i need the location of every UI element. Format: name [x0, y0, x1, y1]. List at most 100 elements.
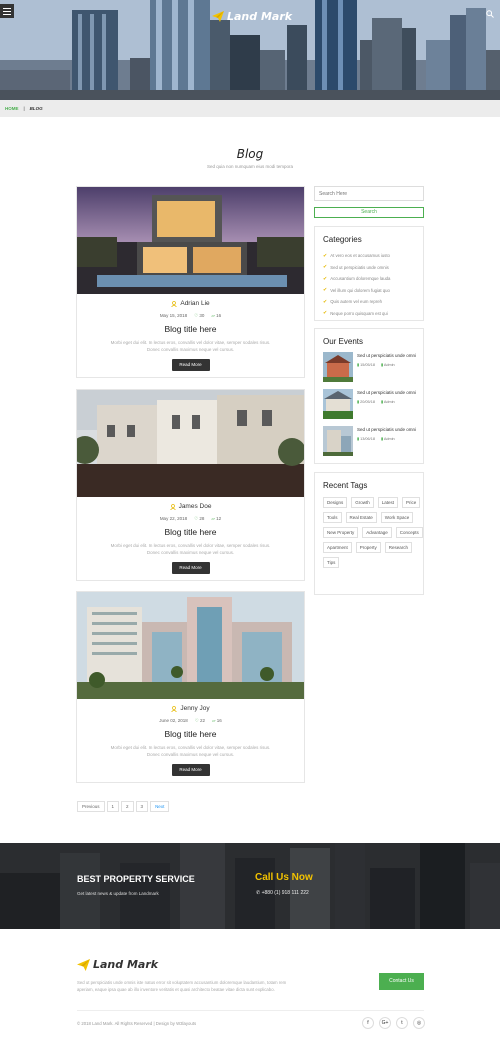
post-author: Jenny Joy — [77, 705, 304, 712]
events-widget: Our Events Sed ut perspiciatis unde omni… — [314, 328, 424, 464]
post-excerpt: Morbi eget dui elit. In lectus eros, con… — [110, 340, 271, 352]
menu-toggle-button[interactable] — [0, 4, 14, 18]
event-thumbnail — [323, 426, 353, 456]
tag-item[interactable]: Real Estate — [345, 512, 377, 523]
tag-item[interactable]: Tips — [323, 557, 340, 568]
event-title: Sed ut perspiciatis unde omni — [357, 353, 417, 358]
read-more-button[interactable]: Read More — [171, 562, 210, 574]
sidebar-search-input[interactable] — [314, 186, 424, 201]
category-item[interactable]: ✔ At vero eos et accusamus iusto — [323, 250, 423, 262]
heart-icon: ♡ — [194, 718, 199, 723]
read-more-button[interactable]: Read More — [171, 359, 210, 371]
category-item[interactable]: ✔ Sed ut perspiciatis unde omnis — [323, 262, 423, 274]
post-date: May 22, 2018 — [159, 516, 188, 521]
tag-item[interactable]: Apartment — [323, 542, 352, 553]
hero-header: Land Mark — [0, 0, 500, 100]
post-date: May 15, 2018 — [159, 313, 188, 318]
tag-item[interactable]: Tools — [323, 512, 342, 523]
pagination-next[interactable]: Next — [150, 801, 170, 812]
tag-item[interactable]: Advantage — [362, 527, 392, 538]
social-links: f G+ t ◎ — [362, 1017, 425, 1029]
calendar-icon: ▮ — [357, 363, 360, 367]
call-us-heading: Call Us Now — [255, 872, 313, 883]
event-title: Sed ut perspiciatis unde omni — [357, 390, 417, 395]
post-meta: May 22, 2018 ♡ 28 ▱ 12 — [77, 516, 304, 522]
post-comments: 12 — [216, 516, 222, 521]
post-image[interactable] — [77, 592, 304, 699]
breadcrumb-home-link[interactable]: HOME — [5, 106, 19, 111]
paper-plane-icon — [77, 958, 90, 971]
footer-logo[interactable]: Land Mark — [77, 958, 158, 971]
post-author-name[interactable]: Adrian Lie — [180, 300, 209, 307]
tag-item[interactable]: Latest — [377, 497, 399, 508]
event-item[interactable]: Sed ut perspiciatis unde omni ▮ 13/06/18… — [323, 426, 423, 463]
events-title: Our Events — [323, 337, 364, 346]
banner-subtitle: Get latest news & update from Landmark — [77, 891, 159, 896]
paper-plane-icon — [212, 11, 224, 22]
categories-widget: Categories ✔ At vero eos et accusamus ius… — [314, 226, 424, 321]
google-plus-icon[interactable]: G+ — [379, 1017, 391, 1029]
event-thumbnail — [323, 352, 353, 382]
copyright-text: © 2018 Land Mark. All Rights Reserved | … — [77, 1021, 197, 1026]
tag-item[interactable]: New Property — [323, 527, 359, 538]
pagination-page[interactable]: 1 — [106, 801, 120, 812]
tag-item[interactable]: Price — [402, 497, 421, 508]
post-excerpt: Morbi eget dui elit. In lectus eros, con… — [110, 543, 271, 555]
category-item[interactable]: ✔ Vel illum qui dolorem fugiat quo — [323, 285, 423, 297]
page-title: Blog — [236, 147, 264, 161]
category-item[interactable]: ✔ Quis autem vel eum repreh — [323, 296, 423, 308]
pagination-page[interactable]: 3 — [135, 801, 149, 812]
post-likes: 22 — [200, 718, 206, 723]
tag-item[interactable]: Growth — [351, 497, 374, 508]
hamburger-icon — [3, 7, 11, 9]
tag-item[interactable]: Work Space — [380, 512, 414, 523]
post-comments: 16 — [216, 718, 222, 723]
sidebar-search-button[interactable]: Search — [314, 207, 424, 218]
contact-us-button[interactable]: Contact Us — [379, 973, 424, 990]
dribbble-icon[interactable]: ◎ — [413, 1017, 425, 1029]
tag-item[interactable]: Designs — [323, 497, 348, 508]
post-author-name[interactable]: James Doe — [179, 503, 212, 510]
user-icon: ▮ — [380, 363, 384, 367]
facebook-icon[interactable]: f — [362, 1017, 374, 1029]
tags-widget: Recent Tags Designs Growth Latest Price … — [314, 472, 424, 595]
event-item[interactable]: Sed ut perspiciatis unde omni ▮ 20/05/18… — [323, 389, 423, 426]
pagination: Previous 1 2 3 Next — [77, 801, 170, 812]
banner-title: BEST PROPERTY SERVICE — [77, 874, 195, 884]
cta-banner: BEST PROPERTY SERVICE Get latest news & … — [0, 843, 500, 929]
post-title[interactable]: Blog title here — [77, 324, 304, 334]
footer-description: Sed ut perspiciatis unde omnis iste natu… — [77, 980, 287, 992]
tag-item[interactable]: Property — [355, 542, 381, 553]
post-image[interactable] — [77, 390, 304, 497]
calendar-icon: ▮ — [357, 400, 360, 404]
post-title[interactable]: Blog title here — [77, 729, 304, 739]
logo-text: Land Mark — [227, 10, 293, 23]
post-likes: 30 — [199, 313, 205, 318]
site-logo[interactable]: Land Mark — [212, 10, 292, 23]
category-item[interactable]: ✔ Neque porro quisquam est qui — [323, 308, 423, 320]
post-title[interactable]: Blog title here — [77, 527, 304, 537]
post-meta: May 15, 2018 ♡ 30 ▱ 16 — [77, 313, 304, 319]
phone-icon: ✆ — [256, 890, 261, 896]
post-author-name[interactable]: Jenny Joy — [180, 705, 209, 712]
read-more-button[interactable]: Read More — [171, 764, 210, 776]
footer-divider — [77, 1010, 424, 1011]
check-icon: ✔ — [323, 287, 328, 294]
blog-post-card: James Doe May 22, 2018 ♡ 28 ▱ 12 Blog ti… — [76, 389, 305, 581]
search-icon[interactable] — [486, 10, 494, 20]
heart-icon: ♡ — [194, 516, 199, 521]
blog-post-card: Jenny Joy June 02, 2018 ♡ 22 ▱ 16 Blog t… — [76, 591, 305, 783]
category-item[interactable]: ✔ Accusantium doloremque lauda — [323, 273, 423, 285]
tags-title: Recent Tags — [323, 481, 368, 490]
pagination-previous[interactable]: Previous — [77, 801, 105, 812]
breadcrumb-separator: | — [23, 106, 25, 111]
tag-item[interactable]: Concepts — [395, 527, 423, 538]
event-item[interactable]: Sed ut perspiciatis unde omni ▮ 15/05/18… — [323, 352, 423, 389]
phone-number[interactable]: ✆ +880 (1) 918 111 222 — [256, 890, 309, 896]
blog-post-card: Adrian Lie May 15, 2018 ♡ 30 ▱ 16 Blog t… — [76, 186, 305, 378]
twitter-icon[interactable]: t — [396, 1017, 408, 1029]
tag-item[interactable]: Research — [384, 542, 413, 553]
post-meta: June 02, 2018 ♡ 22 ▱ 16 — [77, 718, 304, 724]
pagination-page[interactable]: 2 — [121, 801, 134, 812]
post-image[interactable] — [77, 187, 304, 294]
